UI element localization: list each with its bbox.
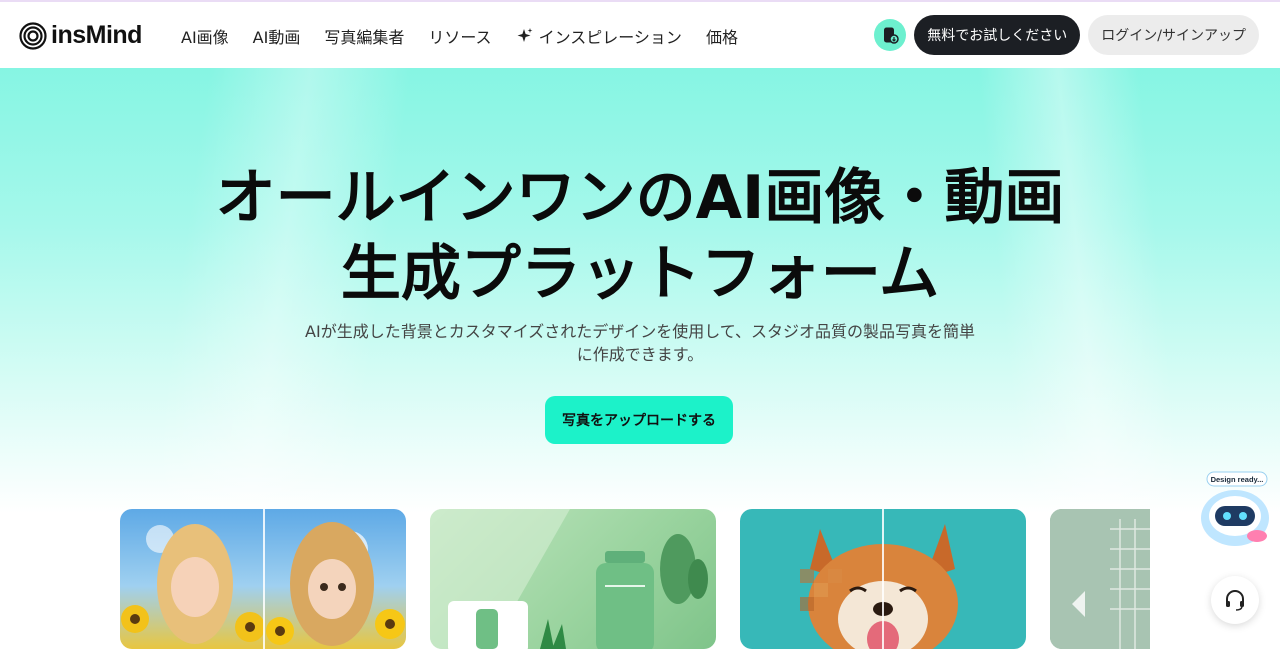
showcase-card-background-blur[interactable] <box>1050 509 1150 649</box>
nav-label: リソース <box>428 28 492 47</box>
compare-divider[interactable] <box>263 509 265 649</box>
nav-label: AI動画 <box>252 28 301 47</box>
upload-photo-button[interactable]: 写真をアップロードする <box>545 396 733 444</box>
logo-text: insMind <box>51 21 142 49</box>
nav-inspiration[interactable]: インスピレーション <box>516 24 682 48</box>
nav-photo-editor[interactable]: 写真編集者 <box>324 24 404 48</box>
sparkle-icon <box>517 28 533 42</box>
site-header: insMind AI画像 AI動画 写真編集者 リソース インスピレーション 価… <box>0 2 1280 68</box>
logo-icon <box>19 21 47 50</box>
hero-section: オールインワンのAI画像・動画 生成プラットフォーム AIが生成した背景とカスタ… <box>0 68 1280 513</box>
headline-line-2: 生成プラットフォーム <box>340 239 940 309</box>
nav-label: AI画像 <box>181 28 229 47</box>
app-download-icon[interactable] <box>874 19 907 51</box>
nav-ai-image[interactable]: AI画像 <box>181 24 229 48</box>
headline-line-1: オールインワンのAI画像・動画 <box>215 163 1065 233</box>
customer-support-button[interactable] <box>1211 576 1259 624</box>
hero-headline: オールインワンのAI画像・動画 生成プラットフォーム <box>0 160 1280 312</box>
product-photo-image <box>430 509 708 649</box>
nav-label: インスピレーション <box>538 28 682 47</box>
fence-image <box>1050 509 1150 649</box>
logo[interactable]: insMind <box>19 21 142 50</box>
hero-subtitle: AIが生成した背景とカスタマイズされたデザインを使用して、スタジオ品質の製品写真… <box>305 322 975 364</box>
showcase-card-anime[interactable] <box>120 509 406 649</box>
nav-resources[interactable]: リソース <box>428 24 491 48</box>
compare-divider[interactable] <box>882 509 884 649</box>
nav-pricing[interactable]: 価格 <box>706 24 738 48</box>
header-actions: 無料でお試しください ログイン/サインアップ <box>874 15 1259 55</box>
ai-assistant-bot[interactable]: Design ready... <box>1197 470 1273 550</box>
robot-icon: Design ready... <box>1201 471 1269 546</box>
showcase-card-pixel-dog[interactable] <box>740 509 1026 649</box>
free-trial-button[interactable]: 無料でお試しください <box>914 15 1081 55</box>
login-signup-button[interactable]: ログイン/サインアップ <box>1088 15 1259 55</box>
main-nav: AI画像 AI動画 写真編集者 リソース インスピレーション 価格 <box>181 24 762 48</box>
nav-label: 価格 <box>705 28 738 47</box>
nav-ai-video[interactable]: AI動画 <box>253 24 301 48</box>
headset-icon <box>1226 590 1244 611</box>
nav-label: 写真編集者 <box>324 28 405 47</box>
chatbot-badge: Design ready... <box>1211 475 1264 484</box>
showcase-card-product[interactable] <box>430 509 716 649</box>
phone-icon <box>884 27 900 44</box>
